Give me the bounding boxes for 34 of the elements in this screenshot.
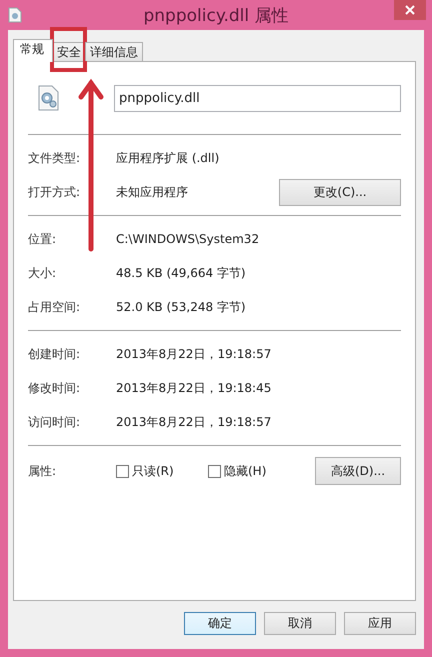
field-label: 位置: <box>28 230 58 248</box>
file-icon <box>36 85 60 111</box>
window-title: pnppolicy.dll 属性 <box>143 4 289 26</box>
file-name-field[interactable]: pnppolicy.dll <box>114 84 401 112</box>
field-value: 2013年8月22日，19:18:57 <box>116 414 272 430</box>
field-label: 创建时间: <box>28 346 82 362</box>
field-value: 应用程序扩展 (.dll) <box>116 150 220 166</box>
advanced-button[interactable]: 高级(D)... <box>315 457 401 485</box>
dialog-button[interactable]: 确定 <box>184 612 256 635</box>
file-icon <box>8 7 22 23</box>
close-icon <box>405 5 415 15</box>
dialog-button[interactable]: 取消 <box>264 612 336 635</box>
checkbox-box[interactable] <box>116 464 129 478</box>
field-value: 48.5 KB (49,664 字节) <box>116 264 247 282</box>
field-label: 属性: <box>28 462 58 480</box>
field-value: 2013年8月22日，19:18:57 <box>116 346 272 362</box>
field-label: 打开方式: <box>28 184 82 200</box>
field-label: 占用空间: <box>28 298 82 316</box>
field-value: 未知应用程序 <box>116 184 189 200</box>
checkbox[interactable]: 只读(R) <box>116 462 208 480</box>
close-button[interactable] <box>394 0 426 20</box>
field-label: 修改时间: <box>28 380 82 396</box>
change-button[interactable]: 更改(C)... <box>279 178 401 206</box>
field-value: C:\WINDOWS\System32 <box>116 232 260 246</box>
tab[interactable]: 详细信息 <box>85 42 143 61</box>
field-label: 大小: <box>28 264 58 282</box>
checkbox-box[interactable] <box>208 464 221 478</box>
dialog-button[interactable]: 应用 <box>344 612 416 635</box>
field-label: 访问时间: <box>28 414 82 430</box>
field-value: 2013年8月22日，19:18:45 <box>116 380 272 396</box>
checkbox[interactable]: 隐藏(H) <box>208 462 300 480</box>
field-value: 52.0 KB (53,248 字节) <box>116 298 247 316</box>
field-label: 文件类型: <box>28 150 82 166</box>
tab[interactable]: 常规 <box>13 39 53 62</box>
